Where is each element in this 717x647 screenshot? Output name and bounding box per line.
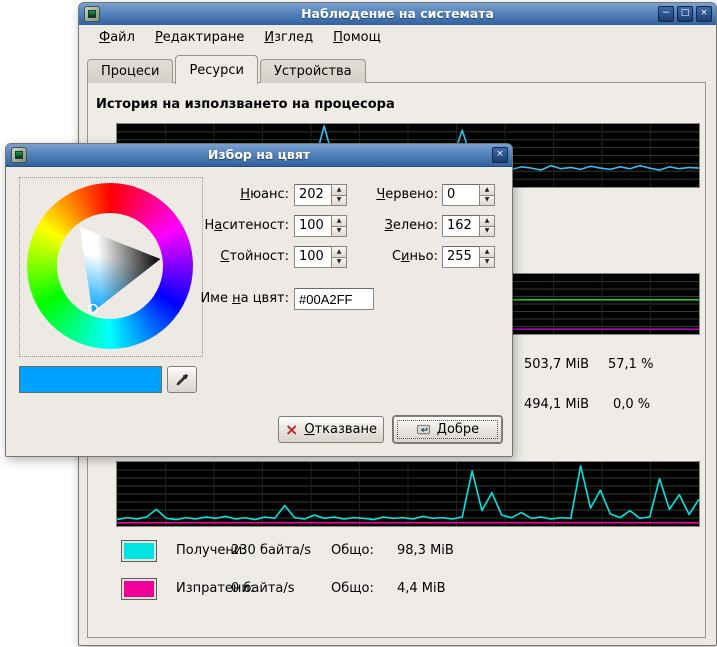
eyedropper-icon: [174, 372, 190, 388]
green-label: Зелено:: [350, 215, 438, 237]
hue-value[interactable]: 202: [294, 184, 331, 206]
hsv-triangle[interactable]: [58, 213, 164, 319]
swap-total-value: 494,1 MiB: [524, 397, 589, 412]
sent-total-label: Общо:: [331, 581, 374, 596]
red-up-button[interactable]: ▲: [479, 184, 495, 196]
ok-label: Добре: [437, 422, 479, 437]
red-down-button[interactable]: ▼: [479, 196, 495, 207]
sent-total: 4,4 MiB: [397, 581, 446, 596]
saturation-down-button[interactable]: ▼: [331, 227, 347, 238]
memory-used-value: 503,7 MiB: [524, 357, 589, 372]
window-controls: − □ ×: [658, 6, 712, 22]
hue-down-button[interactable]: ▼: [331, 196, 347, 207]
cancel-label: Отказване: [304, 422, 377, 437]
saturation-value[interactable]: 100: [294, 215, 331, 237]
color-picker-dialog: Избор на цвят ×: [5, 143, 513, 457]
saturation-spinner: 100 ▲▼: [294, 215, 347, 237]
eyedropper-button[interactable]: [167, 366, 197, 393]
received-total: 98,3 MiB: [397, 543, 454, 558]
color-preview: [19, 366, 162, 393]
network-history-chart: [116, 461, 700, 527]
menu-edit[interactable]: Редактиране: [147, 28, 252, 47]
desktop: Наблюдение на системата − □ × Файл Редак…: [0, 0, 717, 647]
dialog-titlebar[interactable]: Избор на цвят ×: [6, 144, 512, 167]
hue-label: Нюанс:: [201, 184, 289, 206]
blue-down-button[interactable]: ▼: [479, 258, 495, 269]
swap-used-percent: 0,0 %: [613, 397, 650, 412]
tab-devices[interactable]: Устройства: [260, 59, 366, 83]
blue-spinner: 255 ▲▼: [442, 246, 495, 268]
value-down-button[interactable]: ▼: [331, 258, 347, 269]
red-value[interactable]: 0: [442, 184, 479, 206]
cancel-button[interactable]: × Отказване: [278, 416, 384, 443]
blue-up-button[interactable]: ▲: [479, 246, 495, 258]
blue-value[interactable]: 255: [442, 246, 479, 268]
color-name-input[interactable]: [294, 288, 374, 310]
red-label: Червено:: [350, 184, 438, 206]
red-spinner: 0 ▲▼: [442, 184, 495, 206]
cpu-history-title: История на използването на процесора: [96, 97, 395, 112]
dialog-controls: ×: [492, 147, 508, 163]
minimize-button[interactable]: −: [658, 6, 674, 22]
green-up-button[interactable]: ▲: [479, 215, 495, 227]
value-value[interactable]: 100: [294, 246, 331, 268]
value-label: Стойност:: [201, 246, 289, 268]
ok-icon: [416, 422, 431, 437]
received-color-button[interactable]: [121, 540, 157, 562]
blue-label: Синьо:: [350, 246, 438, 268]
cancel-icon: ×: [285, 423, 298, 437]
saturation-label: Наситеност:: [201, 215, 289, 237]
sent-color-button[interactable]: [121, 578, 157, 600]
color-name-label: Име на цвят:: [171, 288, 289, 310]
hue-up-button[interactable]: ▲: [331, 184, 347, 196]
green-down-button[interactable]: ▼: [479, 227, 495, 238]
received-total-label: Общо:: [331, 543, 374, 558]
saturation-up-button[interactable]: ▲: [331, 215, 347, 227]
dialog-title: Избор на цвят: [6, 144, 512, 166]
hue-spinner: 202 ▲▼: [294, 184, 347, 206]
green-value[interactable]: 162: [442, 215, 479, 237]
maximize-button[interactable]: □: [677, 6, 693, 22]
tab-processes[interactable]: Процеси: [87, 59, 173, 83]
value-spinner: 100 ▲▼: [294, 246, 347, 268]
main-titlebar[interactable]: Наблюдение на системата − □ ×: [79, 3, 716, 26]
dialog-close-button[interactable]: ×: [492, 147, 508, 163]
sent-rate: 0 байта/s: [231, 581, 295, 596]
value-up-button[interactable]: ▲: [331, 246, 347, 258]
green-spinner: 162 ▲▼: [442, 215, 495, 237]
memory-used-percent: 57,1 %: [608, 357, 653, 372]
received-rate: 230 байта/s: [231, 543, 311, 558]
menubar: Файл Редактиране Изглед Помощ: [79, 25, 716, 50]
notebook-tabs: Процеси Ресурси Устройства: [87, 53, 708, 83]
close-button[interactable]: ×: [696, 6, 712, 22]
menu-view[interactable]: Изглед: [256, 28, 321, 47]
ok-button[interactable]: Добре: [393, 416, 502, 443]
menu-file[interactable]: Файл: [91, 28, 143, 47]
tab-resources[interactable]: Ресурси: [175, 55, 258, 84]
window-title: Наблюдение на системата: [79, 3, 716, 25]
menu-help[interactable]: Помощ: [325, 28, 389, 47]
